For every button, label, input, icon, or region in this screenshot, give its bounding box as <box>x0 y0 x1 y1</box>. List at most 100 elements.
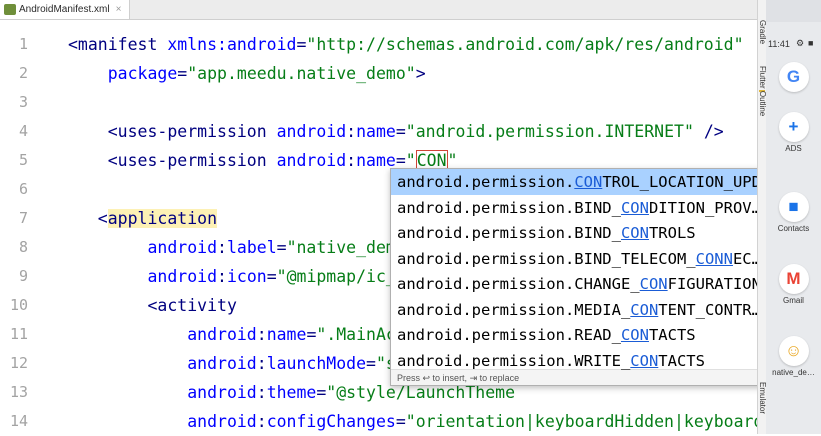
completion-item-pre: android.permission.MEDIA_ <box>397 300 631 319</box>
completion-item[interactable]: android.permission.BIND_CONTROLS <box>391 220 809 246</box>
code-line[interactable]: android:icon="@mipmap/ic_la <box>68 262 415 291</box>
code-token: < <box>68 209 108 228</box>
code-line[interactable]: android:launchMode="sir <box>68 349 416 378</box>
completion-item-match: CON <box>620 224 649 242</box>
code-token: xmlns:android <box>167 35 297 54</box>
app-shortcut[interactable]: + ADS <box>766 112 821 153</box>
app-label: Gmail <box>783 296 804 305</box>
code-token: /> <box>693 122 724 141</box>
completion-item-post: TENT_CONTR… <box>658 300 761 319</box>
settings-gear-icon: ⚙ <box>796 38 805 48</box>
completion-hint-text: Press ↩ to insert, ⇥ to replace <box>397 373 520 383</box>
code-token: : <box>217 238 227 257</box>
emulator-toolbar <box>766 0 821 22</box>
completion-item-post: TACTS <box>658 351 705 370</box>
code-token: = <box>395 122 406 141</box>
code-token: <activity <box>68 296 237 315</box>
emulator-screen[interactable]: 11:41 ⚙ ■ G + ADS ■ Contacts M Gmail ☺ native_de… <box>766 0 821 434</box>
completion-item[interactable]: android.permission.CONTROL_LOCATION_UPDA… <box>391 169 809 195</box>
app-shortcut[interactable]: ■ Contacts <box>766 192 821 233</box>
code-token: = <box>177 64 188 83</box>
code-token: = <box>266 267 277 286</box>
code-line[interactable]: <uses-permission android:name="android.p… <box>68 117 724 146</box>
code-line[interactable]: android:label="native_demo" <box>68 233 415 262</box>
code-line[interactable]: package="app.meedu.native_demo"> <box>68 59 426 88</box>
code-token: name <box>266 325 307 344</box>
line-number: 7 <box>18 209 28 227</box>
code-token: label <box>226 238 277 257</box>
line-number: 13 <box>9 383 28 401</box>
code-token: configChanges <box>266 412 396 431</box>
code-token: application <box>107 209 218 228</box>
app-label: native_de… <box>772 368 815 377</box>
code-token: : <box>256 325 267 344</box>
completion-item-post: DITION_PROV… <box>648 198 761 217</box>
code-token: android <box>68 325 257 344</box>
completion-item-post: TACTS <box>648 326 696 344</box>
code-token: : <box>217 267 227 286</box>
completion-item-match: CON <box>574 173 603 191</box>
line-number: 14 <box>9 412 28 430</box>
status-time: 11:41 <box>768 39 790 49</box>
code-token: = <box>395 412 406 431</box>
completion-item[interactable]: android.permission.BIND_TELECOM_CONNEC… <box>391 246 809 272</box>
completion-item-post: TROLS <box>648 224 696 242</box>
code-line[interactable]: <activity <box>68 291 237 320</box>
line-number: 8 <box>18 238 28 256</box>
code-token: : <box>256 383 267 402</box>
tab-androidmanifest[interactable]: AndroidManifest.xml × <box>0 0 131 19</box>
completion-item[interactable]: android.permission.WRITE_CONTACTS <box>391 348 809 374</box>
code-token: : <box>256 354 267 373</box>
app-icon: ☺ <box>778 336 809 366</box>
code-token: "http://schemas.android.com/apk/res/andr… <box>306 35 744 54</box>
completion-item-post: FIGURATION <box>667 275 761 293</box>
completion-item-match: CON <box>639 275 668 293</box>
close-icon[interactable]: × <box>116 4 122 15</box>
app-shortcut[interactable]: M Gmail <box>766 264 821 305</box>
completion-item-match: CON <box>630 300 659 319</box>
code-token: = <box>276 238 287 257</box>
code-token: = <box>296 35 307 54</box>
line-number: 5 <box>18 151 28 169</box>
code-line[interactable]: android:name=".MainActi <box>68 320 416 349</box>
code-line[interactable]: <manifest xmlns:android="http://schemas.… <box>68 30 744 59</box>
completion-item-match: CON <box>630 351 659 370</box>
completion-popup[interactable]: Press ↩ to insert, ⇥ to replace ⋮ androi… <box>390 168 810 386</box>
line-number: 9 <box>18 267 28 285</box>
code-token: name <box>356 122 396 141</box>
completion-item-pre: android.permission.BIND_TELECOM_ <box>397 249 696 268</box>
android-file-icon <box>4 4 16 15</box>
completion-item-pre: android.permission.CHANGE_ <box>397 275 640 293</box>
code-token: android <box>68 267 218 286</box>
line-number: 1 <box>18 35 28 53</box>
line-number-gutter: 1 2 3 4 5 6 7 8 9 10 11 12 13 14 <box>0 20 72 434</box>
code-token: package <box>68 64 178 83</box>
code-token: android <box>68 354 257 373</box>
code-token: = <box>316 383 327 402</box>
code-line[interactable]: android:configChanges="orientation|keybo… <box>68 407 793 436</box>
code-token: android <box>68 412 257 431</box>
completion-item-pre: android.permission.READ_ <box>397 326 621 344</box>
code-token: "app.meedu.native_demo" <box>187 64 416 83</box>
completion-item-pre: android.permission.BIND_ <box>397 198 621 217</box>
line-number: 6 <box>18 180 28 198</box>
code-token: android <box>68 238 218 257</box>
completion-item[interactable]: android.permission.CHANGE_CONFIGURATION <box>391 271 809 297</box>
app-shortcut[interactable]: G <box>766 62 821 94</box>
code-line[interactable]: <application <box>68 204 218 233</box>
signal-icon: ■ <box>808 38 814 48</box>
line-number: 3 <box>18 93 28 111</box>
line-number: 11 <box>9 325 28 343</box>
code-token: : <box>346 122 357 141</box>
editor-tab-bar: AndroidManifest.xml × <box>0 0 757 20</box>
code-token: android <box>276 151 347 170</box>
completion-item-match: CON <box>620 326 649 344</box>
completion-item-match: CON <box>620 198 649 217</box>
completion-item[interactable]: android.permission.MEDIA_CONTENT_CONTR… <box>391 297 809 323</box>
completion-item[interactable]: android.permission.BIND_CONDITION_PROV… <box>391 195 809 221</box>
code-token: launchMode <box>266 354 367 373</box>
completion-item[interactable]: android.permission.READ_CONTACTS <box>391 322 809 348</box>
line-number: 12 <box>9 354 28 372</box>
code-token: "orientation|keyboardHidden|keyboard|sc <box>405 412 794 431</box>
app-shortcut[interactable]: ☺ native_de… <box>766 336 821 377</box>
